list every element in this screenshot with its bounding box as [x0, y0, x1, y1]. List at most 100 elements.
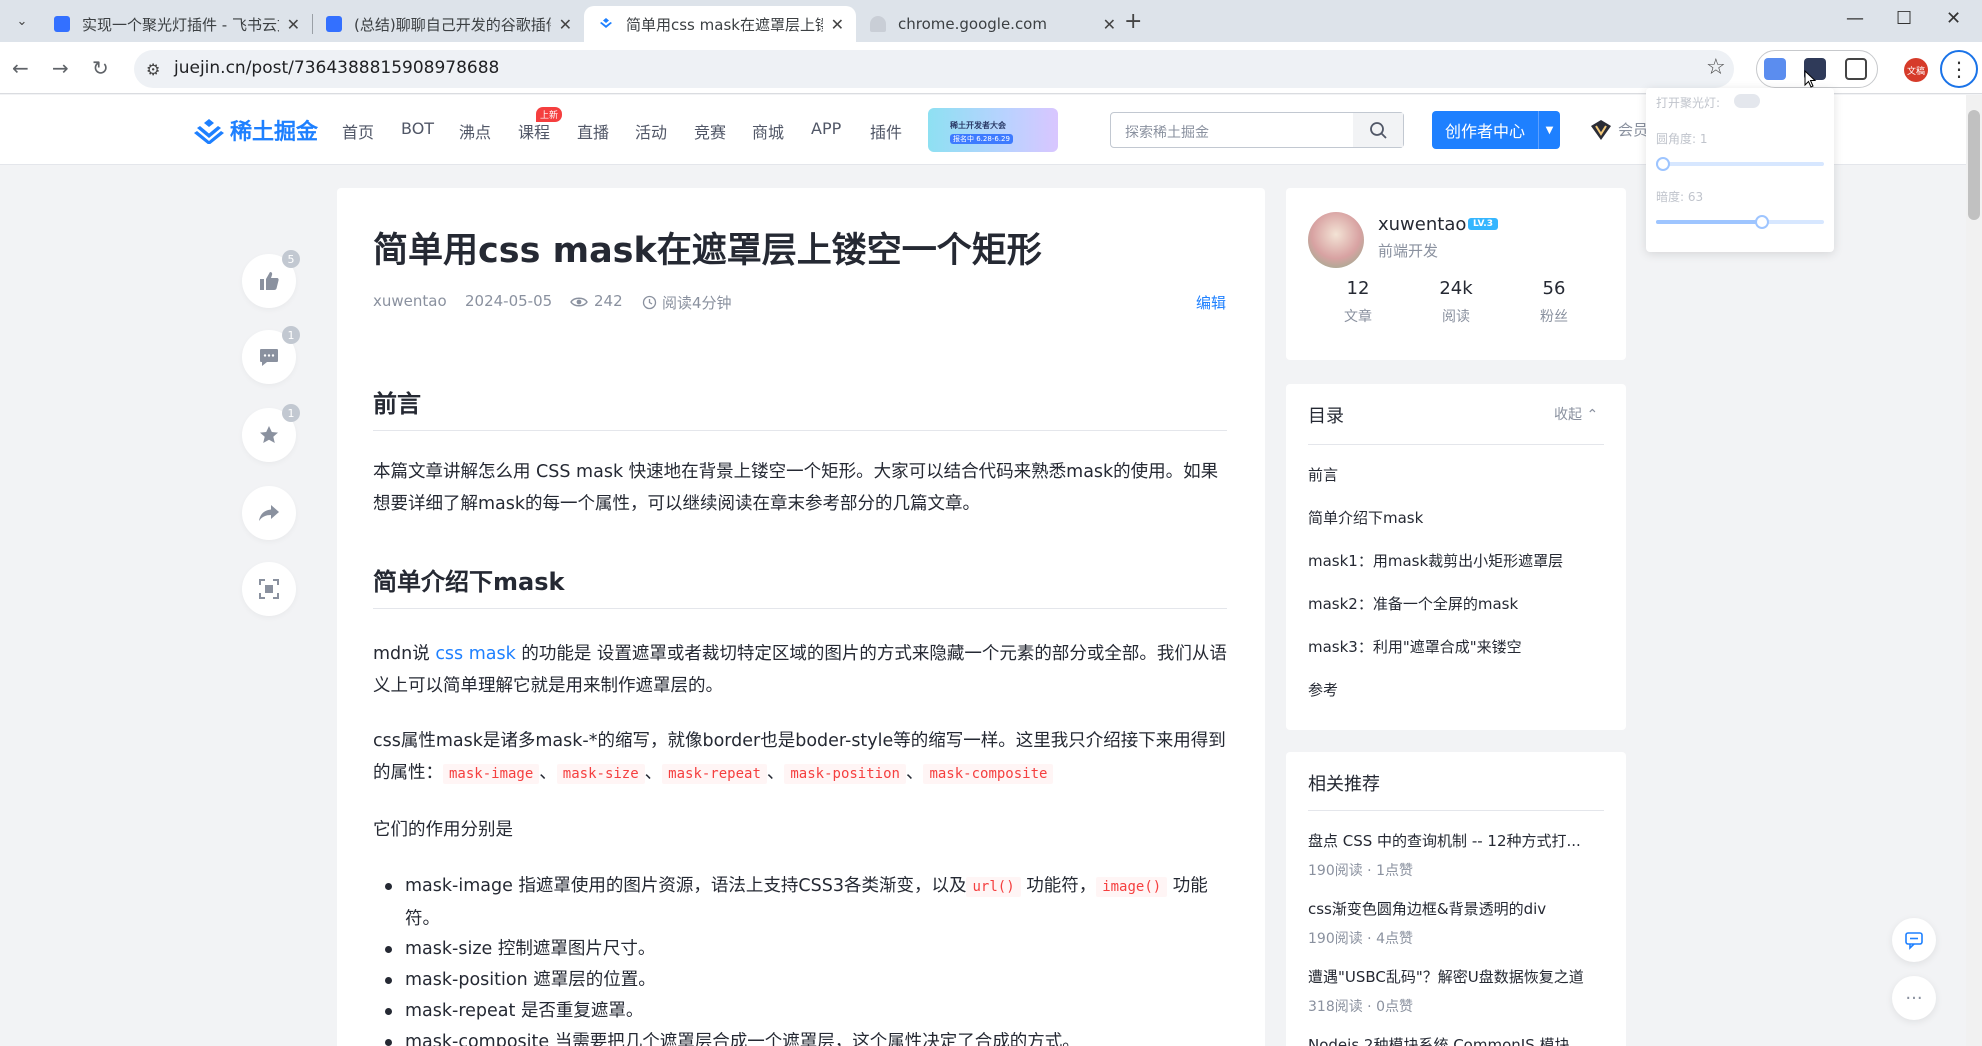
- browser-tab-4[interactable]: chrome.google.com ✕: [856, 6, 1128, 42]
- focus-mode-button[interactable]: [242, 562, 296, 616]
- related-item-title[interactable]: 遭遇"USBC乱码"？解密U盘数据恢复之道: [1308, 966, 1604, 987]
- close-window-icon[interactable]: ✕: [1946, 8, 1961, 29]
- search-icon: [1370, 122, 1387, 139]
- nav-bot[interactable]: BOT: [401, 119, 434, 138]
- comment-button[interactable]: 1: [242, 326, 300, 384]
- related-item-title[interactable]: 盘点 CSS 中的查询机制 -- 12种方式打...: [1308, 830, 1604, 851]
- collect-button[interactable]: 1: [242, 404, 300, 462]
- browser-tab-1[interactable]: 实现一个聚光灯插件 - 飞书云文档 ✕: [40, 6, 312, 42]
- toc-item[interactable]: 参考: [1308, 679, 1338, 700]
- radius-slider[interactable]: [1656, 157, 1824, 171]
- translate-extension-icon[interactable]: [1764, 58, 1786, 80]
- nav-home[interactable]: 首页: [342, 119, 374, 143]
- toc-item[interactable]: mask1：用mask裁剪出小矩形遮罩层: [1308, 550, 1563, 571]
- clock-icon: [642, 295, 657, 310]
- code-mask-size: mask-size: [556, 764, 645, 784]
- toc-item[interactable]: mask2：准备一个全屏的mask: [1308, 593, 1518, 614]
- intro-paragraph: 本篇文章讲解怎么用 CSS mask 快速地在背景上镂空一个矩形。大家可以结合代…: [373, 462, 1219, 514]
- search-button[interactable]: [1353, 113, 1403, 147]
- search-box[interactable]: 探索稀土掘金: [1110, 112, 1404, 148]
- spotlight-toggle-label: 打开聚光灯:: [1656, 96, 1721, 110]
- nav-course[interactable]: 课程: [518, 119, 550, 143]
- dim-slider-handle[interactable]: [1755, 215, 1769, 229]
- nav-pins[interactable]: 沸点: [459, 119, 491, 143]
- list-item: mask-composite 当需要把几个遮罩层合成一个遮罩层，这个属性决定了合…: [385, 1026, 1225, 1046]
- close-tab-icon[interactable]: ✕: [287, 15, 300, 34]
- reload-icon[interactable]: ↻: [92, 56, 109, 80]
- nav-shop[interactable]: 商城: [752, 119, 784, 143]
- extensions-puzzle-icon[interactable]: [1845, 58, 1867, 80]
- related-item-meta: 318阅读 · 0点赞: [1308, 999, 1413, 1015]
- doc-favicon-icon: [326, 16, 342, 32]
- star-icon: [260, 426, 278, 443]
- browser-tab-3-active[interactable]: 简单用css mask在遮罩层上镂空一个矩形 ✕: [584, 6, 856, 42]
- code-mask-image: mask-image: [443, 764, 540, 784]
- stat-followers-count: 56: [1542, 278, 1566, 299]
- more-options-button[interactable]: ···: [1892, 976, 1936, 1020]
- search-input[interactable]: 探索稀土掘金: [1125, 122, 1209, 142]
- bookmark-star-icon[interactable]: ☆: [1706, 55, 1726, 80]
- close-tab-icon[interactable]: ✕: [831, 15, 844, 34]
- nav-app[interactable]: APP: [811, 119, 841, 138]
- browser-tab-2[interactable]: (总结)聊聊自己开发的谷歌插件 - 飞书云文档 ✕: [312, 6, 584, 42]
- feedback-button[interactable]: [1892, 918, 1936, 962]
- creator-center-button[interactable]: 创作者中心 ▼: [1432, 111, 1560, 149]
- toc-item[interactable]: 简单介绍下mask: [1308, 507, 1423, 528]
- nav-live[interactable]: 直播: [577, 119, 609, 143]
- close-tab-icon[interactable]: ✕: [559, 15, 572, 34]
- list-item: mask-repeat 是否重复遮罩。: [385, 995, 1225, 1027]
- css-mask-link[interactable]: css mask: [435, 644, 515, 664]
- close-tab-icon[interactable]: ✕: [1103, 15, 1116, 34]
- related-item-meta: 190阅读 · 4点赞: [1308, 931, 1413, 947]
- author-avatar[interactable]: [1308, 212, 1364, 268]
- thumbs-up-icon: [260, 272, 279, 290]
- stat-articles-label: 文章: [1344, 309, 1372, 325]
- toc-item[interactable]: mask3：利用"遮罩合成"来镂空: [1308, 636, 1522, 657]
- article-date: 2024-05-05: [465, 292, 553, 310]
- level-badge: LV.3: [1468, 218, 1498, 230]
- juejin-logo-icon: [194, 119, 224, 144]
- dim-slider[interactable]: [1656, 215, 1824, 229]
- chevron-down-icon[interactable]: ▼: [1538, 111, 1560, 149]
- like-button[interactable]: 5: [242, 250, 300, 308]
- vip-icon[interactable]: [1590, 119, 1612, 141]
- nav-plugins[interactable]: 插件: [870, 119, 902, 143]
- code-mask-composite: mask-composite: [923, 764, 1054, 784]
- browser-menu-kebab-icon[interactable]: ⋮: [1940, 50, 1978, 88]
- forward-arrow-icon[interactable]: →: [52, 56, 69, 80]
- nav-events[interactable]: 活动: [635, 119, 667, 143]
- edit-link[interactable]: 编辑: [1196, 292, 1226, 313]
- site-info-icon[interactable]: ⚙: [146, 60, 160, 79]
- url-text[interactable]: juejin.cn/post/7364388815908978688: [174, 58, 499, 78]
- heading-divider: [373, 430, 1227, 431]
- profile-avatar[interactable]: 文稿: [1904, 58, 1928, 82]
- comment-count: 1: [282, 326, 300, 344]
- spotlight-toggle[interactable]: [1734, 94, 1760, 108]
- author-name[interactable]: xuwentao: [1378, 214, 1466, 235]
- maximize-window-icon[interactable]: ☐: [1896, 8, 1912, 29]
- conference-banner[interactable]: 稀土开发者大会 报名中 6.28-6.29: [928, 108, 1058, 152]
- toc-collapse-button[interactable]: 收起 ⌃: [1554, 404, 1598, 424]
- tab-search-chevron-icon[interactable]: ⌄: [8, 8, 36, 34]
- related-item-title[interactable]: Nodejs 2种模块系统 CommonJS 模块...: [1308, 1034, 1604, 1046]
- related-item-title[interactable]: css渐变色圆角边框&背景透明的div: [1308, 898, 1604, 919]
- radius-slider-handle[interactable]: [1656, 157, 1670, 171]
- minimize-window-icon[interactable]: —: [1846, 8, 1864, 29]
- collect-count: 1: [282, 404, 300, 422]
- share-button[interactable]: [242, 486, 296, 540]
- scrollbar-thumb[interactable]: [1968, 110, 1980, 220]
- nav-contest[interactable]: 竞赛: [694, 119, 726, 143]
- chevron-up-icon: ⌃: [1586, 407, 1599, 423]
- back-arrow-icon[interactable]: ←: [12, 56, 29, 80]
- author-title: 前端开发: [1378, 242, 1439, 260]
- scrollbar-track[interactable]: [1966, 95, 1982, 1046]
- juejin-logo[interactable]: 稀土掘金: [194, 114, 318, 146]
- juejin-favicon-icon: [600, 18, 612, 28]
- toc-item[interactable]: 前言: [1308, 464, 1338, 485]
- doc-favicon-icon: [54, 16, 70, 32]
- vip-label[interactable]: 会员: [1618, 119, 1648, 140]
- code-image: image(): [1096, 877, 1168, 897]
- article-author[interactable]: xuwentao: [373, 292, 447, 310]
- article-read-time: 阅读4分钟: [662, 294, 732, 312]
- new-tab-plus-icon[interactable]: +: [1124, 9, 1142, 34]
